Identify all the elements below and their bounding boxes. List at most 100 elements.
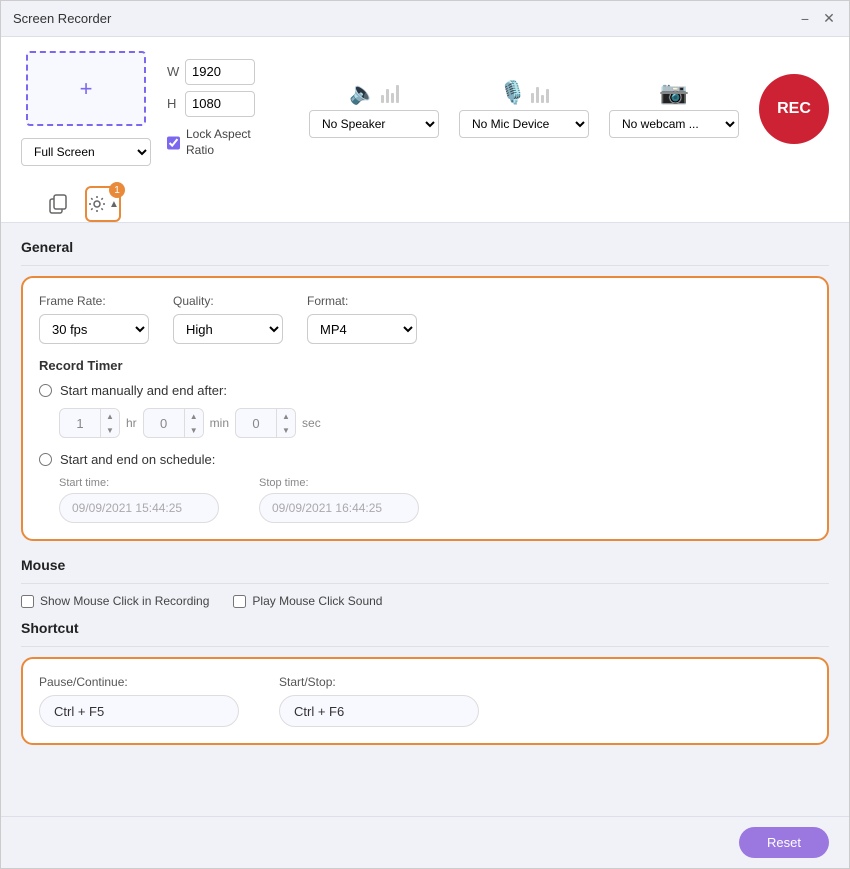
sec-input[interactable] (236, 409, 276, 437)
footer-bar: Reset (1, 816, 849, 868)
pause-input[interactable] (39, 695, 239, 727)
settings-badge: 1 (109, 182, 125, 198)
screen-select[interactable]: Full Screen (21, 138, 151, 166)
show-click-checkbox[interactable] (21, 595, 34, 608)
quality-select[interactable]: High Medium Low (173, 314, 283, 344)
width-row: W (167, 59, 273, 85)
mouse-title: Mouse (21, 557, 829, 573)
webcam-icon-row: 📷 (660, 80, 687, 106)
close-button[interactable]: ✕ (821, 11, 837, 27)
copy-icon (49, 194, 69, 214)
devices-area: 🔈 No Speaker (309, 80, 739, 138)
schedule-radio[interactable] (39, 453, 52, 466)
sec-unit: sec (302, 416, 321, 430)
width-input[interactable] (185, 59, 255, 85)
mic-select-wrapper: No Mic Device (459, 110, 589, 138)
stop-time-field: Stop time: (259, 477, 419, 523)
sec-spin-buttons: ▲ ▼ (276, 409, 295, 437)
mouse-divider (21, 583, 829, 584)
min-down-button[interactable]: ▼ (185, 423, 203, 437)
height-input[interactable] (185, 91, 255, 117)
start-stop-label: Start/Stop: (279, 675, 479, 689)
bar3 (391, 93, 394, 103)
mic-select[interactable]: No Mic Device (459, 110, 589, 138)
header-right: 🔈 No Speaker (289, 74, 829, 144)
format-select[interactable]: MP4 AVI MOV (307, 314, 417, 344)
record-timer-title: Record Timer (39, 358, 811, 373)
settings-icon (87, 194, 107, 214)
settings-tool-button[interactable]: 1 ▲ (85, 186, 121, 222)
lock-aspect-label: Lock Aspect Ratio (186, 127, 273, 158)
hr-spin-group: ▲ ▼ (59, 408, 120, 438)
settings-expand-icon: ▲ (109, 199, 119, 210)
hr-input[interactable] (60, 409, 100, 437)
min-spin-buttons: ▲ ▼ (184, 409, 203, 437)
speaker-select-wrapper: No Speaker (309, 110, 439, 138)
mic-icon: 🎙️ (499, 80, 526, 106)
hr-up-button[interactable]: ▲ (101, 409, 119, 423)
manual-radio[interactable] (39, 384, 52, 397)
stop-time-input[interactable] (259, 493, 419, 523)
shortcut-fields-row: Pause/Continue: Start/Stop: (39, 675, 811, 727)
mouse-checks: Show Mouse Click in Recording Play Mouse… (21, 594, 829, 608)
screen-preview[interactable]: + (26, 51, 146, 126)
mic-device: 🎙️ No Mic Device (459, 80, 589, 138)
frame-rate-group: Frame Rate: 30 fps 60 fps 24 fps (39, 294, 149, 344)
dimensions-area: W H Lock Aspect Ratio (167, 59, 273, 158)
show-click-item: Show Mouse Click in Recording (21, 594, 209, 608)
general-card: Frame Rate: 30 fps 60 fps 24 fps Quality… (21, 276, 829, 541)
general-divider (21, 265, 829, 266)
bar2 (536, 87, 539, 103)
pause-label: Pause/Continue: (39, 675, 239, 689)
sec-down-button[interactable]: ▼ (277, 423, 295, 437)
pause-field: Pause/Continue: (39, 675, 239, 727)
screen-select-wrapper: Full Screen (21, 138, 151, 166)
bar4 (546, 89, 549, 103)
toolbar-row: 1 ▲ (21, 178, 829, 222)
add-region-icon: + (80, 76, 93, 102)
min-unit: min (210, 416, 229, 430)
reset-button[interactable]: Reset (739, 827, 829, 858)
hr-down-button[interactable]: ▼ (101, 423, 119, 437)
start-stop-field: Start/Stop: (279, 675, 479, 727)
copy-tool-button[interactable] (41, 186, 77, 222)
frame-rate-select[interactable]: 30 fps 60 fps 24 fps (39, 314, 149, 344)
frame-rate-label: Frame Rate: (39, 294, 149, 308)
height-label: H (167, 96, 179, 111)
schedule-label: Start and end on schedule: (60, 452, 215, 467)
speaker-icon: 🔈 (349, 80, 376, 106)
play-sound-checkbox[interactable] (233, 595, 246, 608)
format-label: Format: (307, 294, 417, 308)
bar1 (531, 93, 534, 103)
minimize-button[interactable]: − (797, 11, 813, 27)
webcam-device: 📷 No webcam ... (609, 80, 739, 138)
quality-label: Quality: (173, 294, 283, 308)
width-label: W (167, 64, 179, 79)
mic-icon-row: 🎙️ (499, 80, 548, 106)
start-time-label: Start time: (59, 477, 219, 489)
schedule-radio-row: Start and end on schedule: (39, 452, 811, 467)
min-input[interactable] (144, 409, 184, 437)
webcam-select[interactable]: No webcam ... (609, 110, 739, 138)
bar3 (541, 95, 544, 103)
rec-button[interactable]: REC (759, 74, 829, 144)
lock-aspect-checkbox[interactable] (167, 136, 180, 150)
speaker-select[interactable]: No Speaker (309, 110, 439, 138)
min-up-button[interactable]: ▲ (185, 409, 203, 423)
shortcut-card: Pause/Continue: Start/Stop: (21, 657, 829, 745)
mic-bars (531, 83, 549, 103)
format-group: Format: MP4 AVI MOV (307, 294, 417, 344)
hr-spin-buttons: ▲ ▼ (100, 409, 119, 437)
sec-up-button[interactable]: ▲ (277, 409, 295, 423)
title-bar: Screen Recorder − ✕ (1, 1, 849, 37)
speaker-bars (381, 83, 399, 103)
hr-unit: hr (126, 416, 137, 430)
height-row: H (167, 91, 273, 117)
speaker-icon-row: 🔈 (349, 80, 398, 106)
start-time-input[interactable] (59, 493, 219, 523)
start-stop-input[interactable] (279, 695, 479, 727)
header-top-row: + Full Screen W H (21, 51, 829, 166)
stop-time-label: Stop time: (259, 477, 419, 489)
time-inputs-row: ▲ ▼ hr ▲ ▼ min ▲ ▼ (39, 408, 811, 438)
window-title: Screen Recorder (13, 11, 797, 26)
